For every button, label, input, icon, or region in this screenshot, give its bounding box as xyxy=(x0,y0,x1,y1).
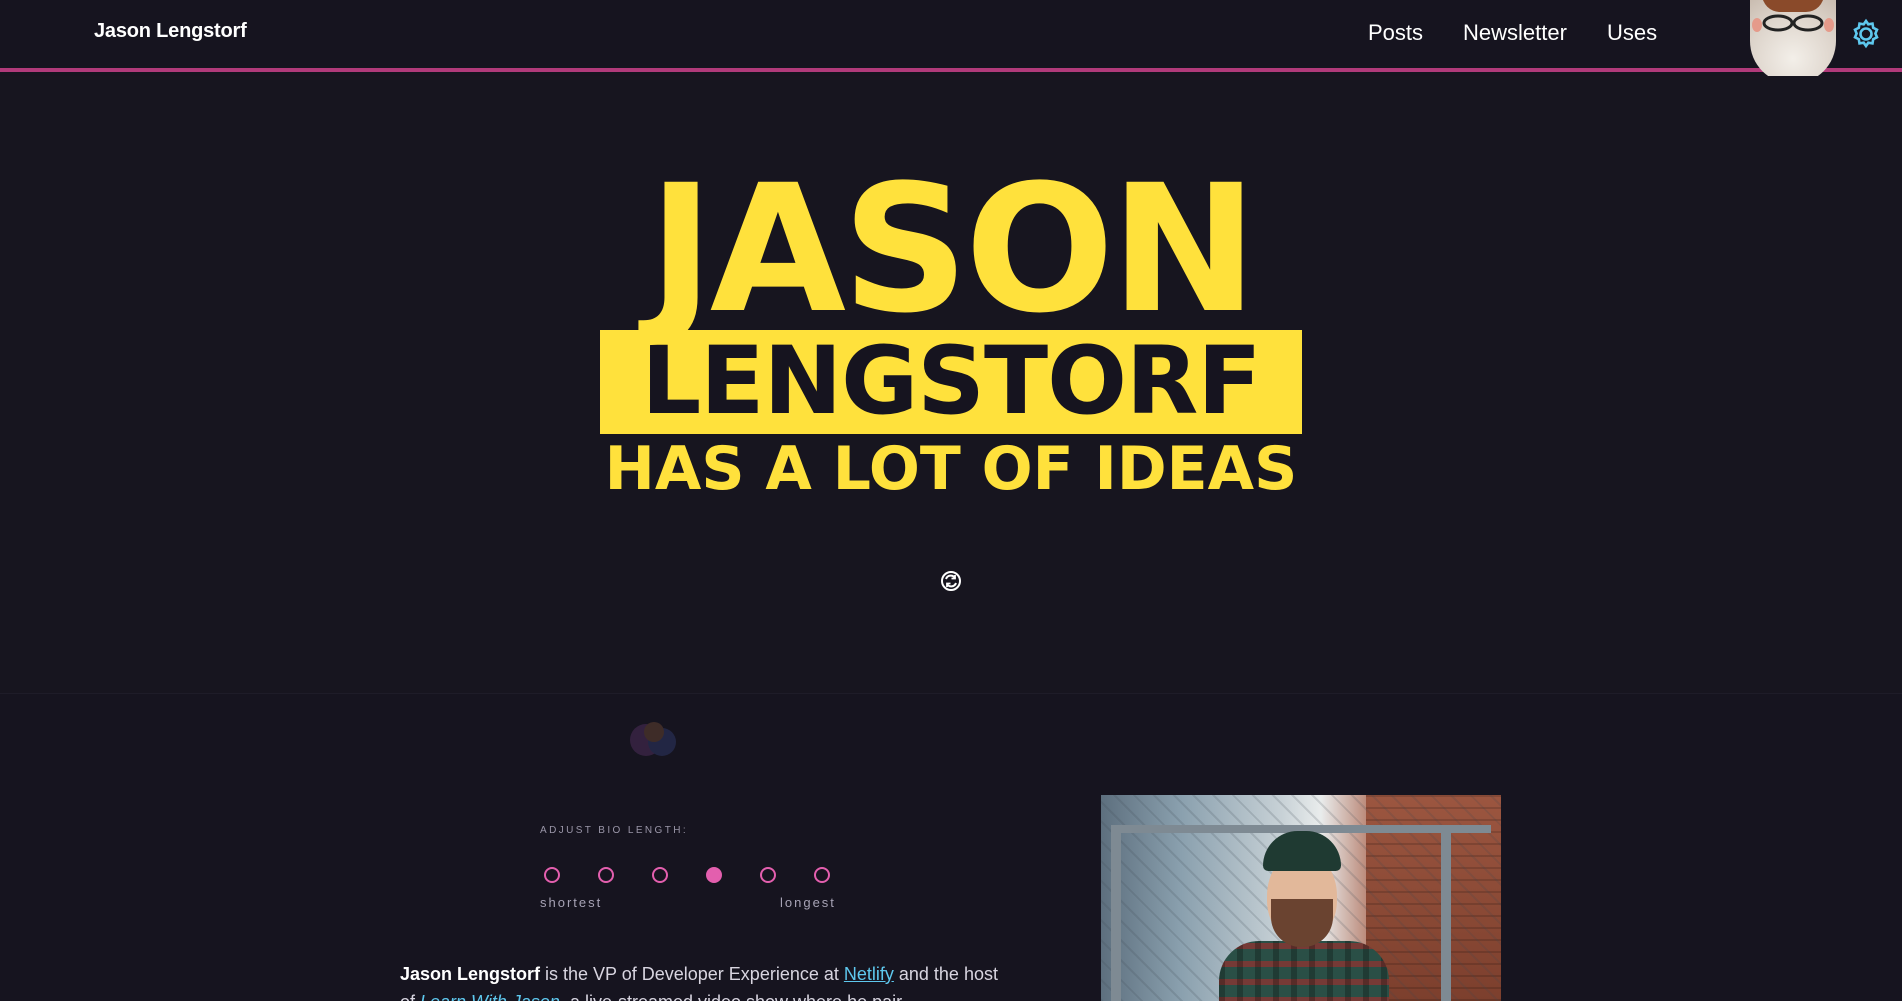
bio-length-option-1[interactable] xyxy=(544,867,560,883)
nav-link-newsletter[interactable]: Newsletter xyxy=(1463,20,1567,46)
glasses-icon xyxy=(1762,14,1824,32)
bio-section: ADJUST BIO LENGTH: shortest longest Jaso… xyxy=(0,695,1902,1001)
bio-scale-max-label: longest xyxy=(780,895,836,910)
hero-title-line-3: HAS A LOT OF IDEAS xyxy=(604,434,1298,504)
brand-home-link[interactable]: Jason Lengstorf xyxy=(94,20,247,43)
shuffle-title-button[interactable] xyxy=(936,566,966,596)
refresh-icon xyxy=(941,571,961,591)
nav-link-posts[interactable]: Posts xyxy=(1368,20,1423,46)
bio-length-option-4[interactable] xyxy=(706,867,722,883)
page: Jason Lengstorf Posts Newsletter Uses JA… xyxy=(0,0,1902,1001)
photo-fence-pole-left xyxy=(1111,825,1121,1001)
bio-length-option-2[interactable] xyxy=(598,867,614,883)
bio-length-option-5[interactable] xyxy=(760,867,776,883)
hero-section: JASON LENGSTORF HAS A LOT OF IDEAS xyxy=(0,76,1902,756)
bio-name: Jason Lengstorf xyxy=(400,964,541,984)
site-header: Jason Lengstorf Posts Newsletter Uses xyxy=(0,0,1902,84)
bio-link-netlify[interactable]: Netlify xyxy=(844,964,894,984)
avatar xyxy=(1750,0,1836,84)
bio-length-label: ADJUST BIO LENGTH: xyxy=(540,825,689,836)
bio-text-part-1: is the VP of Developer Experience at xyxy=(540,964,844,984)
bio-paragraph: Jason Lengstorf is the VP of Developer E… xyxy=(400,960,1000,1001)
photo-person-shirt xyxy=(1219,941,1389,1001)
main-nav: Posts Newsletter Uses xyxy=(1368,20,1657,46)
photo-fence-pole-right xyxy=(1441,825,1451,1001)
bio-scale-min-label: shortest xyxy=(540,895,603,910)
avatar-hair xyxy=(1762,0,1824,12)
bio-length-option-3[interactable] xyxy=(652,867,668,883)
settings-button[interactable] xyxy=(1848,16,1884,52)
bio-length-option-6[interactable] xyxy=(814,867,830,883)
bio-photo xyxy=(1101,795,1501,1001)
bio-length-selector xyxy=(544,867,830,883)
hero-title: JASON LENGSTORF HAS A LOT OF IDEAS xyxy=(598,147,1304,504)
gear-icon xyxy=(1853,18,1879,49)
nav-link-uses[interactable]: Uses xyxy=(1607,20,1657,46)
hero-title-line-1: JASON xyxy=(648,147,1257,352)
bio-link-learn-with-jason[interactable]: Learn With Jason xyxy=(420,992,560,1001)
bio-text-part-3: , a live-streamed video show where he pa… xyxy=(560,992,902,1001)
